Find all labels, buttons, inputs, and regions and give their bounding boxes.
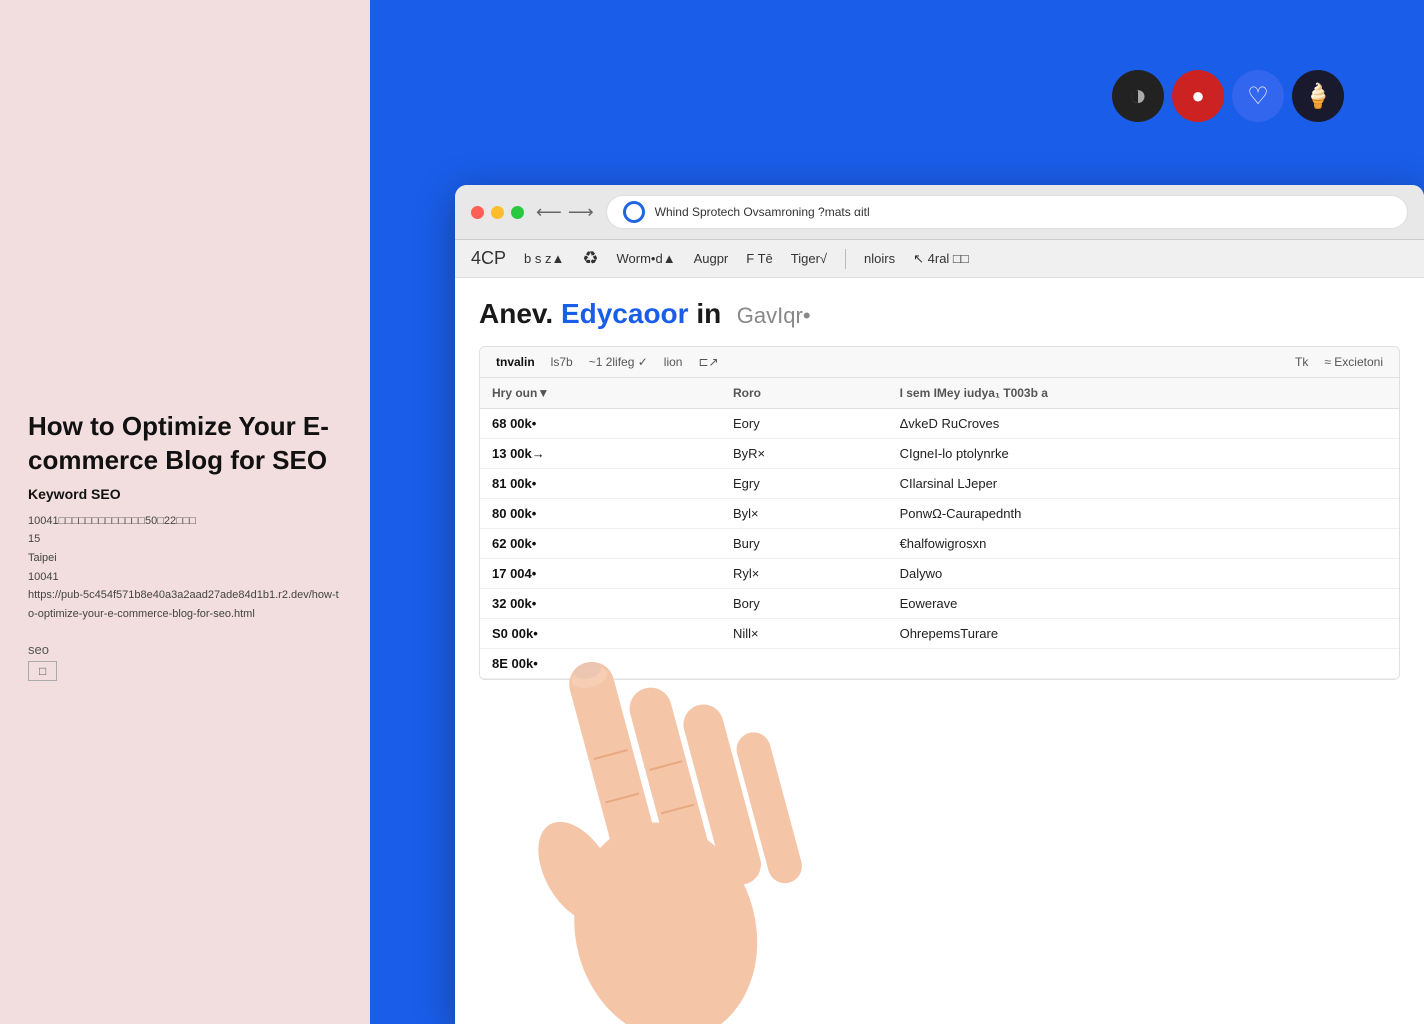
browser-chrome: ⟵ ⟶ Whind Sprotech Ovsamroning ?mats αit… [455, 185, 1424, 240]
seo-label: seo [28, 642, 49, 657]
traffic-light-green[interactable] [511, 206, 524, 219]
browser-content: Anev. Edycaoor in GavIqr• tnvalin ls7b ~… [455, 278, 1424, 1024]
meta-link[interactable]: https://pub-5c454f571b8e40a3a2aad27ade84… [28, 589, 339, 620]
traffic-light-yellow[interactable] [491, 206, 504, 219]
vol-cell: 80 00k• [480, 499, 721, 529]
content-title-plain: Anev. [479, 298, 561, 329]
vol-cell: S0 00k• [480, 619, 721, 649]
table-row: 80 00k• Byl× PonwΩ-Caurapednth [480, 499, 1399, 529]
col-cat: Roro [721, 378, 888, 409]
address-bar[interactable]: Whind Sprotech Ovsamroning ?mats αitl [606, 195, 1408, 229]
tag-box: □ [28, 661, 57, 681]
table-head: Hry oun▼ Roro I sem IMey iudya₁ T003b a [480, 378, 1399, 409]
name-cell [888, 649, 1399, 679]
icon-heart: ♡ [1232, 70, 1284, 122]
cat-cell: Ryl× [721, 559, 888, 589]
content-title-rest: in GavIqr• [689, 298, 811, 329]
meta-line2: 15 [28, 530, 342, 549]
table-row: S0 00k• Nill× OhrepemsTurare [480, 619, 1399, 649]
cat-cell: Egry [721, 469, 888, 499]
left-panel: How to Optimize Your E-commerce Blog for… [0, 0, 370, 1024]
address-text: Whind Sprotech Ovsamroning ?mats αitl [655, 205, 1391, 219]
name-cell: Dalywo [888, 559, 1399, 589]
table-toolbar-ls7b[interactable]: ls7b [551, 355, 573, 369]
col-name: I sem IMey iudya₁ T003b a [888, 378, 1399, 409]
browser-toolbar: 4CP b s z▲ ♻ Worm•d▲ Augpr F Tē Tiger√ n… [455, 240, 1424, 278]
toolbar-item-2[interactable]: b s z▲ [524, 251, 564, 266]
table-toolbar-arrow[interactable]: ⊏↗ [698, 355, 718, 369]
toolbar-divider [845, 249, 846, 269]
toolbar-4ral[interactable]: ↖ 4ral □□ [913, 251, 969, 267]
nav-buttons: ⟵ ⟶ [536, 202, 594, 223]
cat-cell: Eory [721, 409, 888, 439]
keyword-label: Keyword SEO [28, 486, 342, 502]
table-toolbar-tk[interactable]: Tk [1295, 355, 1308, 369]
col-vol: Hry oun▼ [480, 378, 721, 409]
browser-window: ⟵ ⟶ Whind Sprotech Ovsamroning ?mats αit… [455, 185, 1424, 1024]
name-cell: PonwΩ-Caurapednth [888, 499, 1399, 529]
content-header: Anev. Edycaoor in GavIqr• [479, 298, 1400, 330]
cat-cell: Bury [721, 529, 888, 559]
table-row: 68 00k• Eory ΔvkeD RuCroves [480, 409, 1399, 439]
table-toolbar-lion[interactable]: lion [664, 355, 683, 369]
cat-cell [721, 649, 888, 679]
icon-dark1: ◑ [1112, 70, 1164, 122]
vol-cell: 62 00k• [480, 529, 721, 559]
toolbar-worm[interactable]: Worm•d▲ [616, 251, 675, 266]
vol-cell: 17 004• [480, 559, 721, 589]
traffic-lights [471, 206, 524, 219]
right-panel: ◑ ● ♡ 🍦 ⟵ ⟶ Whind Sprotech Ovs [370, 0, 1424, 1024]
table-row: 32 00k• Bory Eowerave [480, 589, 1399, 619]
icon-red: ● [1172, 70, 1224, 122]
table-body: 68 00k• Eory ΔvkeD RuCroves 13 00k→ ByR×… [480, 409, 1399, 679]
cat-cell: ByR× [721, 439, 888, 469]
meta-line1: 10041□□□□□□□□□□□□□50□22□□□ [28, 512, 342, 531]
traffic-light-red[interactable] [471, 206, 484, 219]
vol-cell: 32 00k• [480, 589, 721, 619]
article-meta: 10041□□□□□□□□□□□□□50□22□□□ 15 Taipei 100… [28, 512, 342, 624]
name-cell: ΔvkeD RuCroves [888, 409, 1399, 439]
table-row: 62 00k• Bury €halfowigrosxn [480, 529, 1399, 559]
table-toolbar-tnvalin[interactable]: tnvalin [496, 355, 535, 369]
back-button[interactable]: ⟵ [536, 202, 562, 223]
data-table-container: tnvalin ls7b ~1 2lifeg ✓ lion ⊏↗ Tk ≈ Ex… [479, 346, 1400, 680]
table-row: 81 00k• Egry CIlarsinal LJeper [480, 469, 1399, 499]
icon-dark2: 🍦 [1292, 70, 1344, 122]
vol-cell: 68 00k• [480, 409, 721, 439]
name-cell: OhrepemsTurare [888, 619, 1399, 649]
cat-cell: Byl× [721, 499, 888, 529]
data-table: Hry oun▼ Roro I sem IMey iudya₁ T003b a … [480, 378, 1399, 679]
article-info: How to Optimize Your E-commerce Blog for… [28, 410, 342, 681]
vol-cell: 13 00k→ [480, 439, 721, 469]
meta-line3: Taipei [28, 549, 342, 568]
top-icons: ◑ ● ♡ 🍦 [1112, 70, 1344, 122]
table-toolbar: tnvalin ls7b ~1 2lifeg ✓ lion ⊏↗ Tk ≈ Ex… [480, 347, 1399, 378]
address-circle-icon [623, 201, 645, 223]
toolbar-f-te[interactable]: F Tē [746, 251, 773, 266]
name-cell: Eowerave [888, 589, 1399, 619]
cat-cell: Bory [721, 589, 888, 619]
content-title-blue: Edycaoor [561, 298, 689, 329]
vol-cell: 81 00k• [480, 469, 721, 499]
forward-button[interactable]: ⟶ [568, 202, 594, 223]
name-cell: CIgneI-lo ptolynrke [888, 439, 1399, 469]
table-row: 8E 00k• [480, 649, 1399, 679]
toolbar-refresh[interactable]: ♻ [582, 248, 598, 269]
seo-tag: seo □ [28, 642, 342, 681]
vol-cell: 8E 00k• [480, 649, 721, 679]
table-toolbar-excietoni[interactable]: ≈ Excietoni [1324, 355, 1383, 369]
name-cell: €halfowigrosxn [888, 529, 1399, 559]
table-row: 17 004• Ryl× Dalywo [480, 559, 1399, 589]
table-header-row: Hry oun▼ Roro I sem IMey iudya₁ T003b a [480, 378, 1399, 409]
name-cell: CIlarsinal LJeper [888, 469, 1399, 499]
cat-cell: Nill× [721, 619, 888, 649]
table-row: 13 00k→ ByR× CIgneI-lo ptolynrke [480, 439, 1399, 469]
article-title: How to Optimize Your E-commerce Blog for… [28, 410, 342, 478]
toolbar-augpr[interactable]: Augpr [694, 251, 729, 266]
toolbar-home[interactable]: 4CP [471, 248, 506, 269]
table-toolbar-lifeg[interactable]: ~1 2lifeg ✓ [589, 355, 648, 369]
toolbar-nloirs[interactable]: nloirs [864, 251, 895, 266]
meta-line4: 10041 [28, 568, 342, 587]
toolbar-tiger[interactable]: Tiger√ [791, 251, 827, 266]
